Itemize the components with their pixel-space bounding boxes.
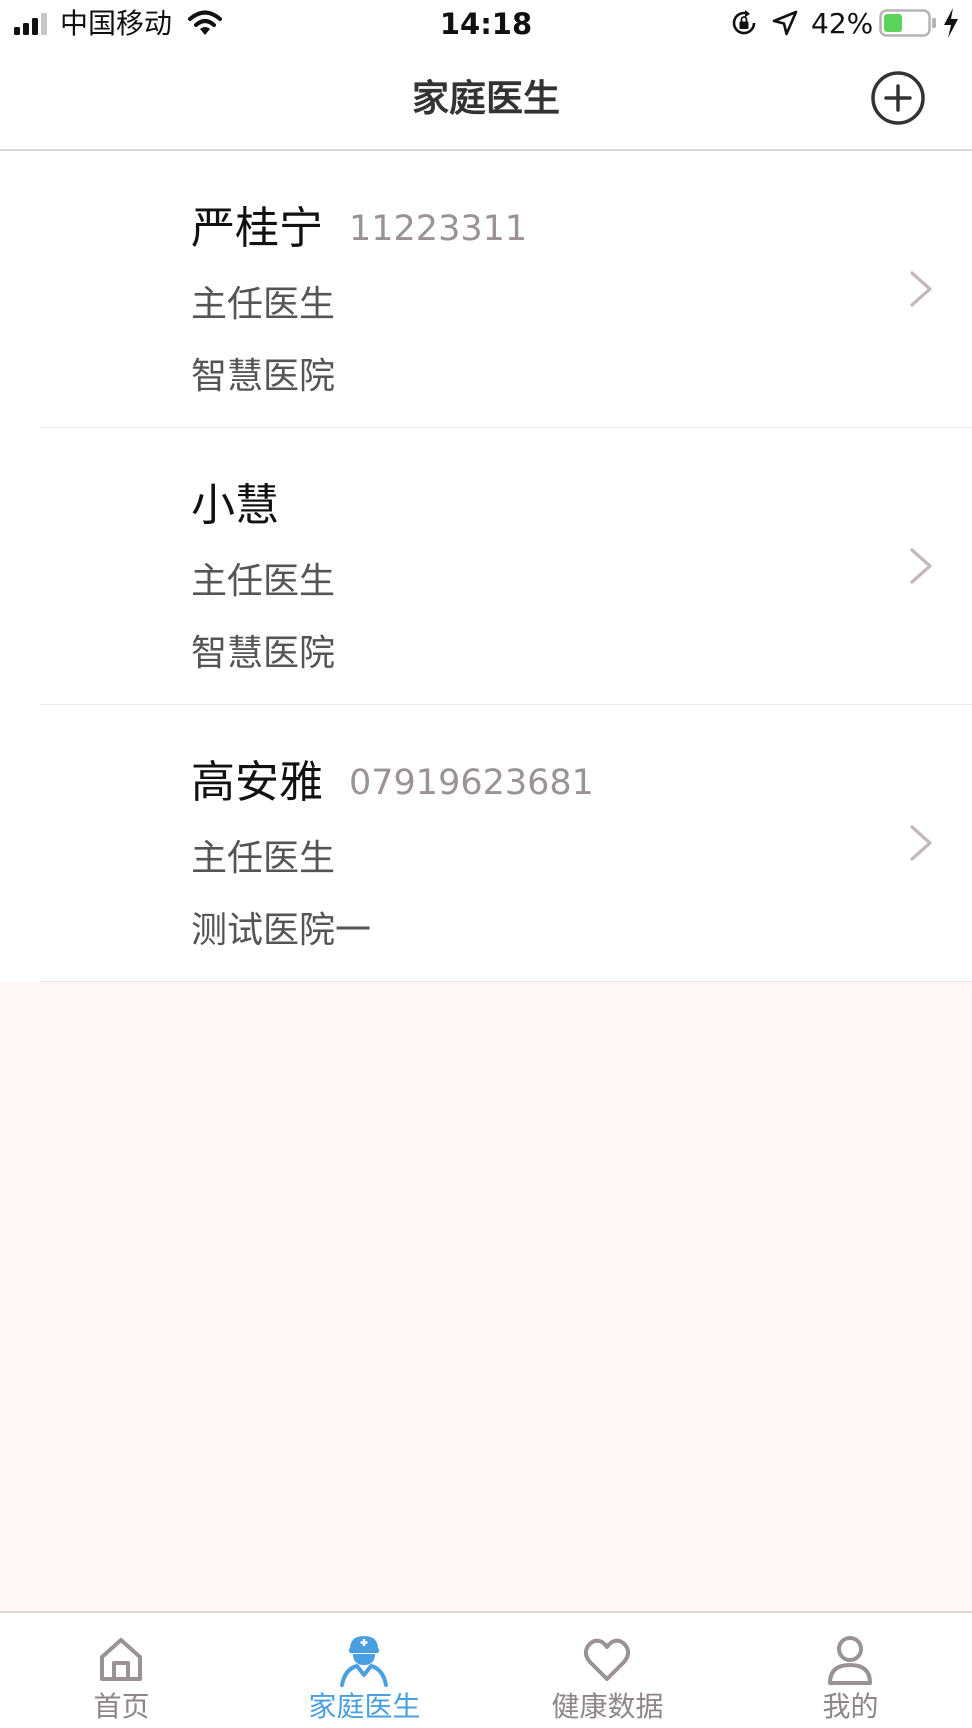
page-title: 家庭医生 <box>412 77 560 120</box>
heart-icon <box>583 1638 631 1681</box>
chevron-right-icon <box>910 825 932 861</box>
doctor-icon <box>340 1636 388 1687</box>
doctor-hospital: 智慧医院 <box>191 356 336 397</box>
doctor-title: 主任医生 <box>191 838 336 879</box>
doctor-name-row: 严桂宁 11223311 <box>191 201 527 257</box>
doctor-phone: 07919623681 <box>349 763 594 803</box>
chevron-right-icon <box>910 548 932 584</box>
tab-bar: 首页 家庭医生 健康数据 我的 <box>0 1611 972 1728</box>
doctor-name: 严桂宁 <box>191 203 323 254</box>
doctor-title: 主任医生 <box>191 561 336 602</box>
charging-icon <box>944 8 958 38</box>
tab-health-data[interactable]: 健康数据 <box>486 1613 729 1728</box>
doctor-phone: 11223311 <box>349 209 528 249</box>
chevron-right-icon <box>910 271 932 307</box>
orientation-lock-icon <box>732 10 756 35</box>
tab-home[interactable]: 首页 <box>0 1613 243 1728</box>
plus-circle-icon[interactable] <box>870 70 926 126</box>
doctor-name: 小慧 <box>191 480 279 531</box>
nav-bar: 家庭医生 <box>0 50 972 151</box>
doctor-hospital: 测试医院一 <box>191 910 372 951</box>
screen: 中国移动 14:18 42% 家庭医生 严桂宁 11223311 主任医生 智慧… <box>0 0 972 1728</box>
tab-label: 首页 <box>93 1690 150 1723</box>
tab-mine[interactable]: 我的 <box>729 1613 972 1728</box>
divider <box>40 981 972 982</box>
doctor-list: 严桂宁 11223311 主任医生 智慧医院 小慧 主任医生 智慧医院 高安雅 07… <box>0 151 972 982</box>
status-bar: 中国移动 14:18 42% <box>0 0 972 50</box>
tab-label: 健康数据 <box>551 1690 664 1723</box>
tab-label: 我的 <box>822 1690 879 1723</box>
doctor-title: 主任医生 <box>191 284 336 325</box>
doctor-hospital: 智慧医院 <box>191 633 336 674</box>
doctor-list-item[interactable]: 小慧 主任医生 智慧医院 <box>0 428 972 705</box>
tab-label: 家庭医生 <box>308 1690 421 1723</box>
doctor-list-item[interactable]: 严桂宁 11223311 主任医生 智慧医院 <box>0 151 972 428</box>
home-icon <box>100 1638 142 1681</box>
doctor-name-row: 小慧 <box>191 478 305 534</box>
doctor-name-row: 高安雅 07919623681 <box>191 755 594 811</box>
user-icon <box>828 1636 872 1685</box>
tab-family-doctor[interactable]: 家庭医生 <box>243 1613 486 1728</box>
doctor-name: 高安雅 <box>191 757 323 808</box>
location-icon <box>772 10 798 36</box>
battery-icon <box>879 9 936 37</box>
battery-percent: 42% <box>811 7 874 40</box>
doctor-list-item[interactable]: 高安雅 07919623681 主任医生 测试医院一 <box>0 705 972 982</box>
